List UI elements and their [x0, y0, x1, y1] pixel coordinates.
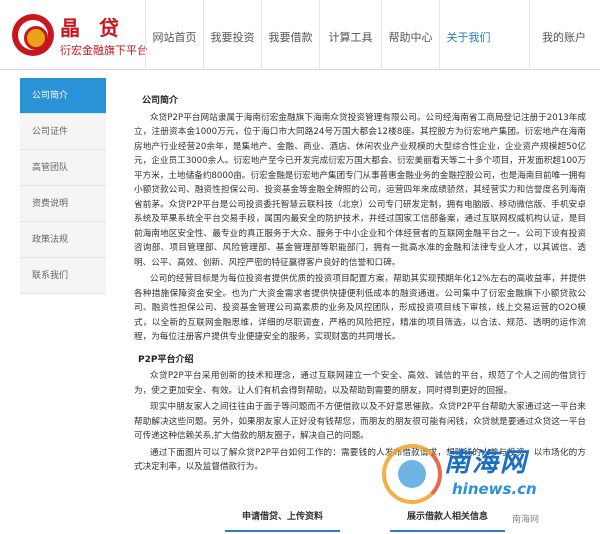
sidebar-item-fees[interactable]: 资费说明 [20, 186, 106, 222]
brand-title: 晶 贷 [60, 16, 125, 40]
header: 晶 贷 衍宏金融旗下平台 网站首页 我要投资 我要借款 计算工具 帮助中心 关于… [0, 0, 600, 70]
apply-loan-button[interactable]: 申请借贷、上传资料 [225, 508, 340, 532]
nav-item-borrow[interactable]: 我要借款 [261, 0, 319, 70]
main-nav: 网站首页 我要投资 我要借款 计算工具 帮助中心 关于我们 [145, 0, 497, 70]
brand-subtitle: 衍宏金融旗下平台 [60, 44, 148, 57]
sidebar-item-management[interactable]: 高管团队 [20, 150, 106, 186]
sidebar-item-certificates[interactable]: 公司证件 [20, 114, 106, 150]
nav-item-invest[interactable]: 我要投资 [203, 0, 261, 70]
nav-item-calculator[interactable]: 计算工具 [319, 0, 381, 70]
brand-logo[interactable]: 晶 贷 衍宏金融旗下平台 [12, 12, 148, 62]
nav-item-home[interactable]: 网站首页 [145, 0, 203, 70]
watermark-title: 南海网 [444, 448, 529, 478]
sidebar: 公司简介 公司证件 高管团队 资费说明 政策法规 联系我们 [20, 78, 106, 294]
sidebar-item-company-intro[interactable]: 公司简介 [20, 78, 106, 114]
watermark-logo-icon [382, 444, 442, 504]
watermark-url: hinews.cn [452, 480, 537, 498]
platform-paragraph: 现实中朋友家人之间往往由于面子等问题而不方便借款以及不好意思催款。众贷P2P平台… [134, 402, 586, 441]
nav-item-help[interactable]: 帮助中心 [381, 0, 439, 70]
intro-paragraph: 众贷P2P平台网站隶属于海南衍宏金融旗下海南众贷投资管理有限公司。公司经海南省工… [134, 112, 586, 268]
main-content: 公司简介 众贷P2P平台网站隶属于海南衍宏金融旗下海南众贷投资管理有限公司。公司… [134, 94, 586, 477]
nav-item-account[interactable]: 我的账户 [529, 0, 586, 70]
section-title-platform: P2P平台介绍 [138, 354, 194, 365]
platform-paragraph: 众贷P2P平台采用创新的技术和理念，通过互联网建立一个安全、高效、诚信的平台，规… [134, 371, 586, 396]
sidebar-item-policies[interactable]: 政策法规 [20, 222, 106, 258]
watermark: 南海网 hinews.cn 南海网 [382, 438, 590, 528]
watermark-tag: 南海网 [512, 515, 540, 525]
goal-paragraph: 公司的经营目标是为每位投资者提供优质的投资项目配置方案，帮助其实现预期年化12%… [134, 274, 586, 342]
nav-item-about[interactable]: 关于我们 [439, 0, 497, 70]
logo-emblem-icon [12, 14, 54, 56]
section-title-intro: 公司简介 [142, 96, 179, 106]
sidebar-item-contact[interactable]: 联系我们 [20, 258, 106, 294]
